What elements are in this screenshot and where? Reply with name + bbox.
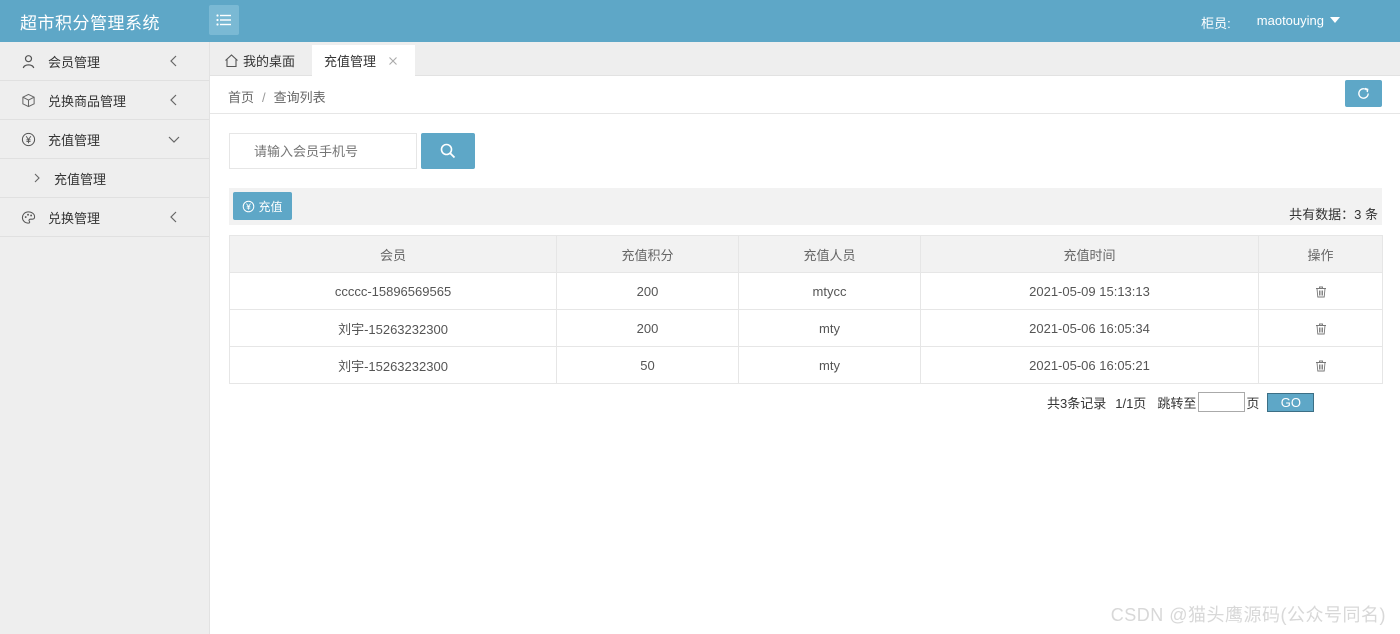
list-menu-icon bbox=[216, 14, 231, 26]
sidebar-subitem-label: 充值管理 bbox=[54, 171, 107, 187]
refresh-button[interactable] bbox=[1345, 80, 1382, 107]
chevron-right-icon bbox=[34, 173, 40, 183]
username: maotouying bbox=[1256, 13, 1324, 28]
page-unit: 页 bbox=[1246, 395, 1260, 411]
cell-points: 200 bbox=[556, 272, 739, 310]
tab-my-desktop[interactable]: 我的桌面 bbox=[212, 45, 307, 76]
pagination: 共3条记录 1/1页 跳转至 页 GO bbox=[1047, 392, 1315, 412]
breadcrumb: 首页 / 查询列表 bbox=[228, 87, 326, 106]
table-toolbar: 充值 共有数据：3 条 bbox=[229, 188, 1382, 225]
jump-label: 跳转至 bbox=[1157, 395, 1197, 411]
home-icon bbox=[225, 54, 238, 68]
user-menu[interactable]: maotouying bbox=[1257, 13, 1340, 32]
cell-actions bbox=[1258, 346, 1383, 384]
go-button[interactable]: GO bbox=[1267, 392, 1315, 412]
cell-operator: mty bbox=[738, 309, 921, 347]
cell-member: 刘宇-15263232300 bbox=[229, 346, 557, 384]
recharge-table: 会员 充值积分 充值人员 充值时间 操作 ccccc-15896569565 2… bbox=[229, 235, 1383, 384]
tab-label: 我的桌面 bbox=[243, 54, 296, 69]
table-header-row: 会员 充值积分 充值人员 充值时间 操作 bbox=[229, 235, 1383, 273]
breadcrumb-bar: 首页 / 查询列表 bbox=[210, 76, 1400, 114]
chevron-down-icon bbox=[168, 136, 180, 143]
close-icon[interactable] bbox=[388, 56, 398, 66]
recharge-button-label: 充值 bbox=[258, 199, 283, 214]
breadcrumb-home[interactable]: 首页 bbox=[228, 90, 254, 105]
chevron-left-icon bbox=[170, 94, 177, 106]
cell-operator: mtycc bbox=[738, 272, 921, 310]
watermark: CSDN @猫头鹰源码(公众号同名) bbox=[1110, 605, 1386, 625]
sidebar-item-label: 兑换管理 bbox=[48, 210, 101, 226]
breadcrumb-separator: / bbox=[262, 90, 266, 105]
cell-points: 50 bbox=[556, 346, 739, 384]
cell-time: 2021-05-06 16:05:34 bbox=[920, 309, 1259, 347]
trash-icon[interactable] bbox=[1315, 360, 1327, 372]
user-icon bbox=[20, 53, 36, 69]
trash-icon[interactable] bbox=[1315, 323, 1327, 335]
cell-points: 200 bbox=[556, 309, 739, 347]
total-count: 共有数据：3 条 bbox=[1289, 207, 1378, 222]
cell-operator: mty bbox=[738, 346, 921, 384]
trash-icon[interactable] bbox=[1315, 286, 1327, 298]
column-header-member: 会员 bbox=[229, 235, 557, 273]
sidebar-item-label: 会员管理 bbox=[48, 54, 101, 70]
chevron-left-icon bbox=[170, 55, 177, 67]
sidebar-item-exchange-goods[interactable]: 兑换商品管理 bbox=[0, 81, 209, 120]
table-row: 刘宇-15263232300 200 mty 2021-05-06 16:05:… bbox=[229, 309, 1383, 347]
caret-down-icon bbox=[1330, 17, 1340, 23]
recharge-button[interactable]: 充值 bbox=[233, 192, 292, 220]
cell-actions bbox=[1258, 309, 1383, 347]
cube-icon bbox=[20, 92, 36, 108]
total-records: 共3条记录 bbox=[1047, 395, 1107, 411]
sidebar-subitem-recharge[interactable]: 充值管理 bbox=[0, 159, 209, 198]
cell-time: 2021-05-06 16:05:21 bbox=[920, 346, 1259, 384]
chevron-left-icon bbox=[170, 211, 177, 223]
yen-circle-icon bbox=[20, 131, 36, 147]
top-header: 超市积分管理系统 柜员: maotouying bbox=[0, 0, 1400, 42]
sidebar-item-label: 兑换商品管理 bbox=[48, 93, 127, 109]
user-area: 柜员: maotouying bbox=[1201, 13, 1340, 32]
sidebar-item-member[interactable]: 会员管理 bbox=[0, 42, 209, 81]
table-row: 刘宇-15263232300 50 mty 2021-05-06 16:05:2… bbox=[229, 346, 1383, 384]
page-info: 1/1页 bbox=[1115, 395, 1147, 411]
sidebar-item-exchange[interactable]: 兑换管理 bbox=[0, 198, 209, 237]
phone-search-input[interactable] bbox=[229, 133, 417, 169]
search-button[interactable] bbox=[421, 133, 475, 169]
refresh-icon bbox=[1358, 87, 1369, 99]
menu-toggle-button[interactable] bbox=[209, 5, 239, 35]
app-title: 超市积分管理系统 bbox=[20, 14, 160, 33]
sidebar: 会员管理 兑换商品管理 充值管理 充值管理 兑换管理 bbox=[0, 42, 210, 634]
search-icon bbox=[440, 143, 456, 159]
cell-time: 2021-05-09 15:13:13 bbox=[920, 272, 1259, 310]
jump-page-input[interactable] bbox=[1198, 392, 1246, 412]
tab-label: 充值管理 bbox=[324, 54, 377, 69]
column-header-actions: 操作 bbox=[1258, 235, 1383, 273]
sidebar-item-label: 充值管理 bbox=[48, 132, 101, 148]
breadcrumb-current: 查询列表 bbox=[273, 90, 326, 105]
cell-member: ccccc-15896569565 bbox=[229, 272, 557, 310]
palette-icon bbox=[20, 209, 36, 225]
tab-recharge-management[interactable]: 充值管理 bbox=[312, 45, 415, 76]
cell-actions bbox=[1258, 272, 1383, 310]
column-header-operator: 充值人员 bbox=[738, 235, 921, 273]
column-header-time: 充值时间 bbox=[920, 235, 1259, 273]
sidebar-item-recharge[interactable]: 充值管理 bbox=[0, 120, 209, 159]
yen-circle-icon bbox=[243, 200, 255, 212]
cell-member: 刘宇-15263232300 bbox=[229, 309, 557, 347]
tab-bar: 我的桌面 充值管理 bbox=[210, 42, 1400, 76]
column-header-points: 充值积分 bbox=[556, 235, 739, 273]
table-row: ccccc-15896569565 200 mtycc 2021-05-09 1… bbox=[229, 272, 1383, 310]
user-role-label: 柜员: bbox=[1201, 16, 1231, 31]
